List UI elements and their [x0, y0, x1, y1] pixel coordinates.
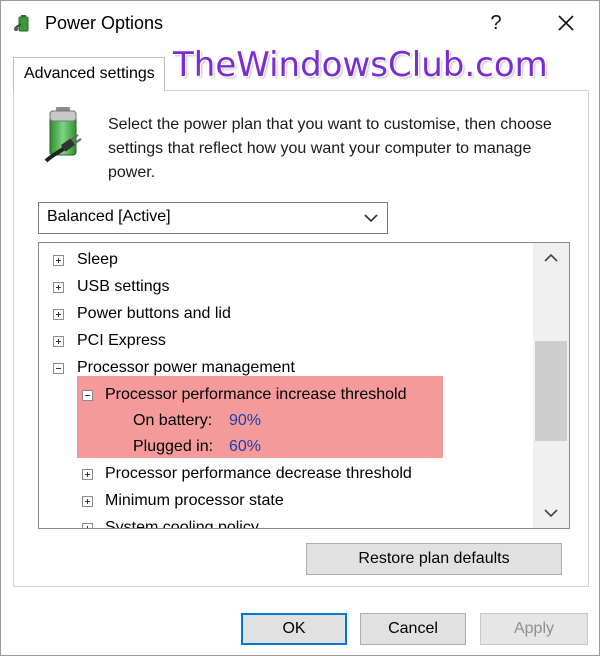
collapse-icon[interactable]	[53, 363, 64, 374]
expand-icon[interactable]	[82, 496, 93, 507]
ok-button[interactable]: OK	[241, 613, 347, 645]
settings-tree[interactable]: Sleep USB settings Power buttons and lid…	[38, 242, 570, 529]
scroll-down-button[interactable]	[533, 498, 569, 528]
plan-select-value: Balanced [Active]	[47, 208, 171, 225]
setting-on-battery[interactable]: On battery: 90%	[39, 408, 533, 434]
tree-item-minimum-processor-state[interactable]: Minimum processor state	[39, 488, 533, 514]
scroll-up-button[interactable]	[533, 243, 569, 273]
plugged-in-value[interactable]: 60%	[229, 434, 261, 460]
power-options-icon	[14, 15, 29, 32]
expand-icon[interactable]	[53, 255, 64, 266]
scroll-down-icon	[544, 509, 558, 518]
setting-plugged-in[interactable]: Plugged in: 60%	[39, 434, 533, 460]
tree-item-increase-threshold[interactable]: Processor performance increase threshold	[39, 382, 533, 408]
intro-text: Select the power plan that you want to c…	[108, 116, 552, 181]
expand-icon[interactable]	[53, 282, 64, 293]
scroll-thumb[interactable]	[535, 341, 567, 441]
tree-item-sleep[interactable]: Sleep	[39, 247, 533, 273]
expand-icon[interactable]	[82, 523, 93, 528]
advanced-settings-panel: Select the power plan that you want to c…	[13, 90, 589, 587]
close-button[interactable]	[541, 7, 591, 39]
plan-select[interactable]: Balanced [Active]	[38, 202, 388, 234]
on-battery-value[interactable]: 90%	[229, 408, 261, 434]
apply-button[interactable]: Apply	[480, 613, 588, 645]
expand-icon[interactable]	[53, 336, 64, 347]
tree-item-pci-express[interactable]: PCI Express	[39, 328, 533, 354]
title-bar[interactable]: Power Options ?	[1, 1, 599, 45]
chevron-down-icon	[364, 214, 378, 223]
settings-tree-content: Sleep USB settings Power buttons and lid…	[39, 243, 533, 528]
expand-icon[interactable]	[82, 469, 93, 480]
tree-item-usb-settings[interactable]: USB settings	[39, 274, 533, 300]
restore-plan-defaults-button[interactable]: Restore plan defaults	[306, 543, 562, 575]
tree-item-system-cooling-policy[interactable]: System cooling policy	[39, 515, 533, 528]
tab-advanced-settings[interactable]: Advanced settings	[13, 57, 165, 91]
tree-item-power-buttons[interactable]: Power buttons and lid	[39, 301, 533, 327]
tree-item-processor-power-management[interactable]: Processor power management	[39, 355, 533, 381]
help-button[interactable]: ?	[473, 7, 519, 39]
watermark-text: TheWindowsClub.com	[173, 45, 548, 85]
close-icon	[558, 15, 574, 31]
collapse-icon[interactable]	[82, 390, 93, 401]
tree-item-decrease-threshold[interactable]: Processor performance decrease threshold	[39, 461, 533, 487]
expand-icon[interactable]	[53, 309, 64, 320]
vertical-scrollbar[interactable]	[533, 243, 569, 528]
scroll-up-icon	[544, 253, 558, 262]
cancel-button[interactable]: Cancel	[360, 613, 466, 645]
battery-plug-icon	[44, 107, 82, 163]
window-title: Power Options	[45, 13, 164, 33]
power-options-window: Power Options ? Advanced settings TheWin…	[0, 0, 600, 656]
